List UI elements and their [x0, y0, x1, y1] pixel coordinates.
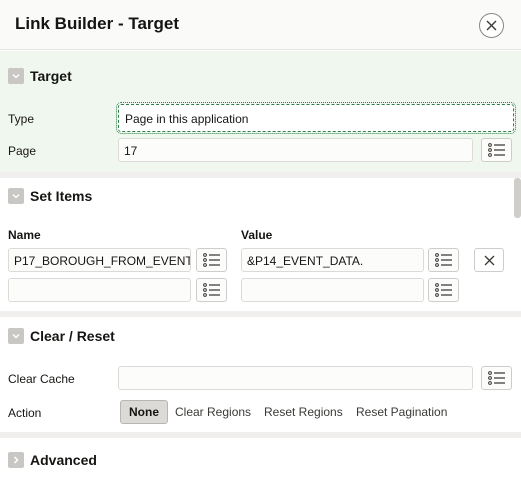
value-column-header: Value [241, 228, 273, 242]
set-items-region: Set Items Name Value P17_BOROUGH_FROM_EV… [0, 178, 521, 308]
list-icon [202, 283, 220, 297]
item-name-list-button[interactable] [196, 278, 227, 302]
dialog-title: Link Builder - Target [15, 14, 180, 33]
clear-reset-region-title: Clear / Reset [30, 328, 115, 344]
item-value-field[interactable]: &P14_EVENT_DATA. [241, 248, 424, 272]
set-items-region-header[interactable]: Set Items [0, 178, 521, 212]
list-icon [202, 253, 220, 267]
item-value-field[interactable] [241, 278, 424, 302]
action-option-clear-regions[interactable]: Clear Regions [170, 400, 256, 424]
list-icon [487, 143, 505, 157]
clear-reset-region: Clear / Reset Clear Cache Action None Cl… [0, 317, 521, 429]
target-region-header[interactable]: Target [0, 51, 521, 85]
item-value-list-button[interactable] [428, 278, 459, 302]
action-option-none[interactable]: None [120, 400, 168, 424]
list-icon [434, 253, 452, 267]
clear-cache-field[interactable] [118, 366, 473, 390]
clear-cache-list-button[interactable] [481, 366, 512, 390]
item-name-field[interactable]: P17_BOROUGH_FROM_EVENT [8, 248, 191, 272]
clear-reset-region-header[interactable]: Clear / Reset [0, 317, 521, 351]
scrollbar[interactable] [514, 178, 521, 218]
name-column-header: Name [8, 228, 41, 242]
page-list-button[interactable] [481, 138, 512, 162]
item-name-list-button[interactable] [196, 248, 227, 272]
close-icon [486, 20, 497, 31]
advanced-region-header[interactable]: Advanced [0, 438, 521, 472]
type-select[interactable]: Page in this application [116, 102, 516, 134]
dialog-header: Link Builder - Target [0, 0, 521, 50]
target-region: Target Type Page in this application Pag… [0, 51, 521, 172]
chevron-down-icon [8, 68, 24, 84]
set-items-region-title: Set Items [30, 188, 93, 204]
clear-cache-label: Clear Cache [8, 372, 75, 386]
advanced-region-title: Advanced [30, 452, 97, 468]
chevron-right-icon [8, 452, 24, 468]
page-label: Page [8, 144, 37, 158]
item-name-field[interactable] [8, 278, 191, 302]
close-icon [484, 255, 494, 265]
item-value-list-button[interactable] [428, 248, 459, 272]
close-button[interactable] [479, 13, 504, 38]
page-field[interactable]: 17 [118, 138, 473, 162]
action-option-reset-regions[interactable]: Reset Regions [259, 400, 348, 424]
chevron-down-icon [8, 188, 24, 204]
action-label: Action [8, 406, 42, 420]
target-region-title: Target [30, 68, 72, 84]
action-option-reset-pagination[interactable]: Reset Pagination [351, 400, 452, 424]
chevron-down-icon [8, 328, 24, 344]
remove-item-button[interactable] [474, 248, 504, 272]
advanced-region: Advanced [0, 438, 521, 480]
link-builder-dialog: Link Builder - Target Target Type Page i… [0, 0, 521, 480]
type-label: Type [8, 112, 35, 126]
list-icon [434, 283, 452, 297]
list-icon [487, 371, 505, 385]
